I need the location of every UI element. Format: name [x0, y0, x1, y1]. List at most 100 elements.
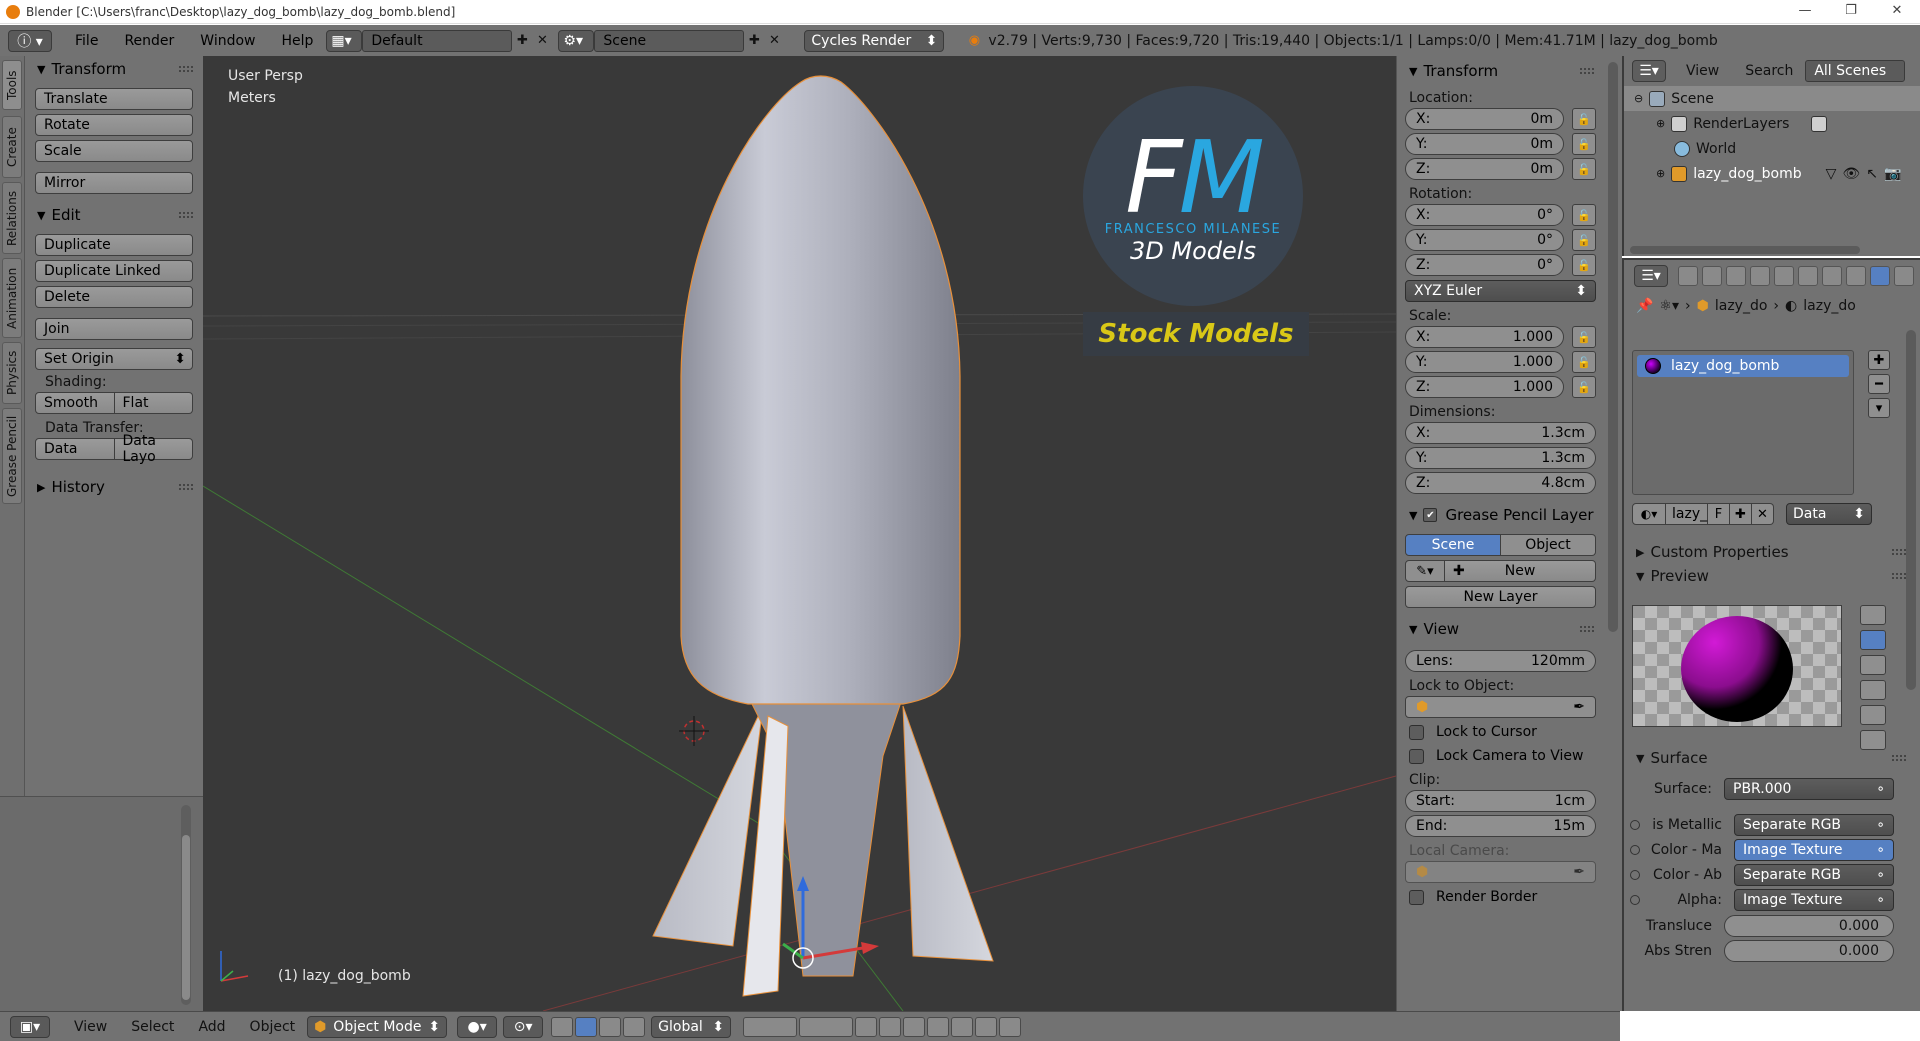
tab-animation[interactable]: Animation [2, 258, 22, 338]
tab-scene[interactable]: Scene [1405, 534, 1501, 556]
world-tab-icon[interactable] [1750, 266, 1770, 286]
lock-icon[interactable]: 🔓 [1572, 158, 1596, 180]
location-y-field[interactable]: Y: 0m [1405, 133, 1564, 155]
editor-type-3dview-icon[interactable]: ▣▾ [10, 1015, 50, 1038]
remove-layout-icon[interactable]: ✕ [532, 31, 552, 51]
drag-grip-icon[interactable] [1580, 626, 1594, 632]
transform-panel-header[interactable]: ▼ Transform [25, 56, 203, 82]
color-metallic-field[interactable]: Image Texture ∘ [1734, 839, 1894, 861]
n-transform-header[interactable]: ▼ Transform [1397, 58, 1604, 84]
rotation-z-field[interactable]: Z: 0° [1405, 254, 1564, 276]
snap-target-icon[interactable] [951, 1016, 974, 1037]
toolshelf-scrollbar[interactable] [181, 805, 191, 1005]
rotation-x-field[interactable]: X: 0° [1405, 204, 1564, 226]
outliner-hscrollbar[interactable] [1630, 246, 1860, 254]
outliner-row-lazy-dog-bomb[interactable]: ⊕ lazy_dog_bomb ▽ 👁 ↖ 📷 [1624, 161, 1920, 186]
lock-icon[interactable]: 🔓 [1572, 254, 1596, 276]
remove-scene-icon[interactable]: ✕ [764, 31, 784, 51]
preview-cube-icon[interactable] [1860, 655, 1886, 675]
gp-new-button[interactable]: ✚ New [1445, 560, 1596, 582]
render-engine-select[interactable]: Cycles Render ⬍ [804, 29, 945, 52]
data-tab-icon[interactable] [1846, 266, 1866, 286]
dimensions-x-field[interactable]: X: 1.3cm [1405, 422, 1596, 444]
data-layout-button[interactable]: Data Layo [114, 433, 193, 465]
outliner-row-renderlayers[interactable]: ⊕ RenderLayers [1624, 111, 1920, 136]
outliner-row-world[interactable]: World [1624, 136, 1920, 161]
scale-x-field[interactable]: X: 1.000 [1405, 326, 1564, 348]
tab-create[interactable]: Create [2, 116, 22, 178]
sidebar-scrollbar[interactable] [1604, 56, 1622, 1011]
smooth-button[interactable]: Smooth [35, 392, 115, 414]
breadcrumb-object[interactable]: lazy_do [1715, 298, 1768, 314]
translate-button[interactable]: Translate [35, 88, 193, 110]
drag-grip-icon[interactable] [179, 212, 193, 218]
properties-scrollbar[interactable] [1906, 330, 1916, 690]
rotate-manipulator-icon[interactable] [599, 1016, 622, 1037]
checkbox-checked-icon[interactable]: ✔ [1423, 508, 1438, 522]
material-link-select[interactable]: Data ⬍ [1786, 503, 1872, 525]
lock-object-field[interactable]: ⬢ ✒ [1405, 696, 1596, 718]
maximize-button[interactable]: ❐ [1828, 0, 1874, 24]
menu-file[interactable]: File [62, 33, 111, 49]
menu-add[interactable]: Add [186, 1019, 237, 1035]
render-animation-icon[interactable] [999, 1016, 1022, 1037]
render-tab-icon[interactable] [1678, 266, 1698, 286]
mode-select[interactable]: ⬢ Object Mode ⬍ [307, 1015, 448, 1038]
custom-properties-header[interactable]: ▶ Custom Properties [1624, 540, 1920, 564]
preview-header[interactable]: ▼ Preview [1624, 564, 1920, 588]
screen-layout-icon[interactable]: ▦▾ [326, 29, 363, 52]
edit-panel-header[interactable]: ▼ Edit [25, 202, 203, 228]
drag-grip-icon[interactable] [1892, 573, 1906, 579]
texture-tab-icon[interactable] [1894, 266, 1914, 286]
translucency-field[interactable]: 0.000 [1724, 915, 1894, 937]
unlink-material-icon[interactable]: ✕ [1752, 503, 1774, 525]
fake-user-button[interactable]: F [1708, 503, 1730, 525]
preview-monkey-icon[interactable] [1860, 680, 1886, 700]
data-button[interactable]: Data [35, 438, 115, 460]
add-layout-icon[interactable]: ✚ [512, 31, 532, 51]
scene-icon[interactable]: ⚙▾ [558, 29, 595, 52]
preview-sphere-icon[interactable] [1860, 630, 1886, 650]
rotation-y-field[interactable]: Y: 0° [1405, 229, 1564, 251]
scrollbar-thumb[interactable] [1608, 62, 1618, 632]
lock-icon[interactable]: 🔓 [1572, 376, 1596, 398]
add-slot-icon[interactable]: ✚ [1868, 350, 1890, 370]
transform-orientation-select[interactable]: Global ⬍ [651, 1015, 732, 1038]
mirror-button[interactable]: Mirror [35, 172, 193, 194]
cursor-select-icon[interactable]: ↖ [1866, 166, 1878, 182]
menu-help[interactable]: Help [268, 33, 326, 49]
view-panel-header[interactable]: ▼ View [1397, 616, 1604, 642]
expand-icon[interactable]: ⊕ [1656, 117, 1665, 130]
scrollbar-thumb[interactable] [182, 835, 190, 1000]
dimensions-y-field[interactable]: Y: 1.3cm [1405, 447, 1596, 469]
lock-icon[interactable]: 🔓 [1572, 229, 1596, 251]
pencil-icon[interactable]: ✎▾ [1405, 560, 1445, 582]
render-preview-icon[interactable] [975, 1016, 998, 1037]
lock-icon[interactable]: 🔓 [1572, 204, 1596, 226]
outliner-menu-view[interactable]: View [1686, 63, 1719, 79]
is-metallic-field[interactable]: Separate RGB ∘ [1734, 814, 1894, 836]
local-camera-field[interactable]: ⬢ ✒ [1405, 861, 1596, 883]
object-tab-icon[interactable] [1774, 266, 1794, 286]
material-browse-icon[interactable]: ◐▾ [1632, 503, 1666, 525]
editor-type-info-button[interactable]: ⓘ ▾ [8, 29, 52, 52]
delete-button[interactable]: Delete [35, 286, 193, 308]
close-button[interactable]: ✕ [1874, 0, 1920, 24]
scale-button[interactable]: Scale [35, 140, 193, 162]
expand-icon[interactable]: ⊕ [1656, 167, 1665, 180]
rotation-mode-select[interactable]: XYZ Euler ⬍ [1405, 280, 1596, 302]
location-z-field[interactable]: Z: 0m [1405, 158, 1564, 180]
collapse-icon[interactable]: ⊖ [1634, 92, 1643, 105]
join-button[interactable]: Join [35, 318, 193, 340]
tab-grease-pencil[interactable]: Grease Pencil [2, 408, 22, 504]
scale-z-field[interactable]: Z: 1.000 [1405, 376, 1564, 398]
snap-element-icon[interactable] [927, 1016, 950, 1037]
menu-render[interactable]: Render [111, 33, 187, 49]
camera-render-icon[interactable]: 📷 [1884, 166, 1901, 182]
tab-tools[interactable]: Tools [2, 60, 22, 110]
menu-object[interactable]: Object [238, 1019, 308, 1035]
outliner-menu-search[interactable]: Search [1745, 63, 1793, 79]
dimensions-z-field[interactable]: Z: 4.8cm [1405, 472, 1596, 494]
mesh-data-icon[interactable]: ▽ [1826, 166, 1837, 182]
scene-field[interactable]: Scene [594, 29, 745, 52]
